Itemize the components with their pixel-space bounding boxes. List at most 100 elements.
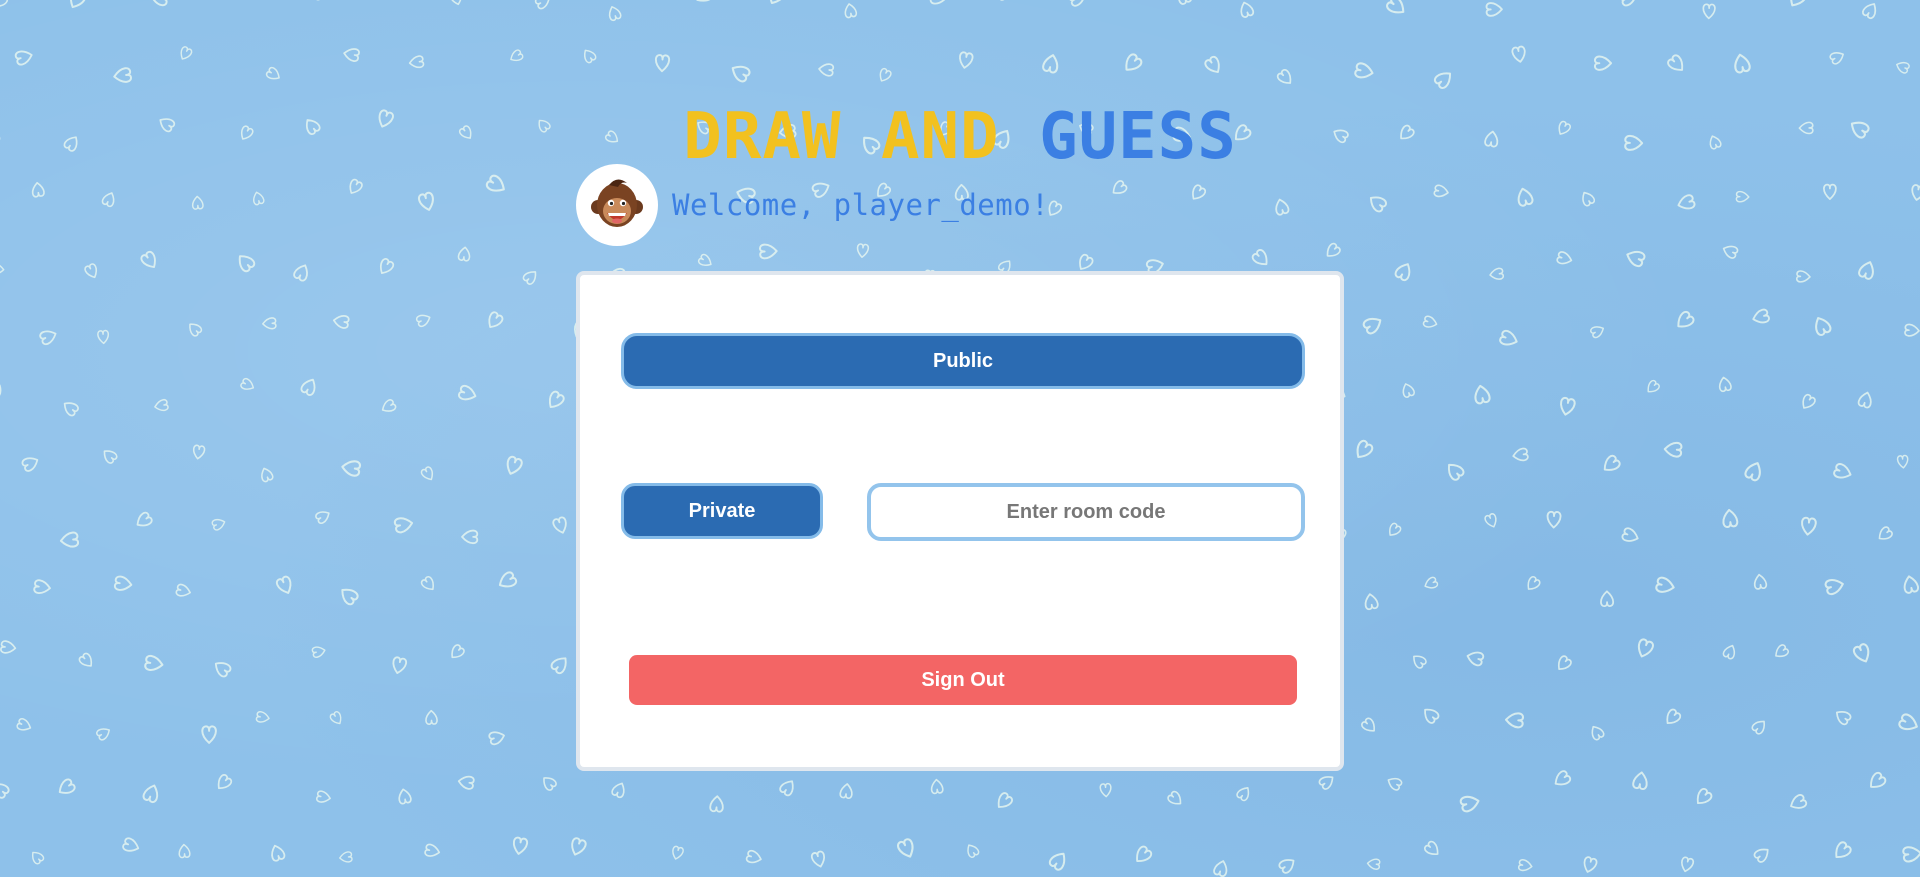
heart-doodle-icon [1402, 383, 1415, 398]
heart-doodle-icon [1857, 391, 1872, 409]
heart-doodle-icon [1801, 516, 1817, 536]
heart-doodle-icon [1167, 790, 1182, 805]
heart-doodle-icon [1364, 593, 1379, 611]
heart-doodle-icon [1626, 250, 1646, 268]
heart-doodle-icon [420, 466, 434, 481]
heart-doodle-icon [1619, 0, 1638, 7]
heart-doodle-icon [1751, 720, 1765, 735]
title-guess: GUESS [1039, 100, 1237, 174]
heart-doodle-icon [1554, 770, 1572, 786]
heart-doodle-icon [1896, 454, 1909, 469]
heart-doodle-icon [1666, 708, 1682, 724]
heart-doodle-icon [1815, 317, 1832, 336]
heart-doodle-icon [1632, 771, 1648, 790]
heart-doodle-icon [1583, 856, 1598, 873]
heart-doodle-icon [217, 774, 233, 790]
heart-doodle-icon [1681, 856, 1695, 873]
heart-doodle-icon [1489, 267, 1505, 280]
heart-doodle-icon [1835, 711, 1852, 726]
heart-doodle-icon [769, 0, 786, 5]
heart-doodle-icon [897, 838, 914, 858]
heart-doodle-icon [1594, 55, 1613, 71]
heart-doodle-icon [1621, 527, 1639, 542]
heart-doodle-icon [175, 583, 191, 597]
sign-out-button[interactable]: Sign Out [629, 655, 1297, 705]
heart-doodle-icon [1862, 3, 1877, 19]
heart-doodle-icon [1663, 441, 1683, 458]
heart-doodle-icon [262, 317, 277, 330]
heart-doodle-icon [1068, 0, 1086, 7]
heart-doodle-icon [144, 654, 164, 671]
heart-doodle-icon [113, 67, 132, 83]
heart-doodle-icon [879, 67, 892, 82]
heart-doodle-icon [392, 656, 408, 674]
heart-doodle-icon [1702, 3, 1716, 20]
heart-doodle-icon [214, 662, 232, 678]
heart-doodle-icon [408, 55, 425, 69]
monkey-avatar-icon [591, 179, 643, 227]
heart-doodle-icon [584, 49, 597, 64]
heart-doodle-icon [1823, 183, 1837, 200]
heart-doodle-icon [1433, 184, 1449, 198]
heart-doodle-icon [929, 0, 948, 5]
heart-doodle-icon [1898, 713, 1918, 731]
heart-doodle-icon [58, 778, 76, 794]
room-code-input[interactable] [867, 483, 1305, 541]
heart-doodle-icon [1276, 68, 1292, 84]
welcome-message: Welcome, player_demo! [672, 188, 1050, 222]
heart-doodle-icon [461, 529, 479, 545]
heart-doodle-icon [261, 467, 274, 483]
heart-doodle-icon [21, 457, 39, 472]
heart-doodle-icon [1278, 859, 1295, 874]
heart-doodle-icon [1042, 54, 1059, 74]
heart-doodle-icon [1852, 643, 1870, 663]
heart-doodle-icon [1753, 573, 1768, 590]
heart-doodle-icon [1790, 0, 1807, 7]
heart-doodle-icon [63, 402, 79, 417]
heart-doodle-icon [759, 243, 778, 260]
heart-doodle-icon [380, 258, 395, 274]
heart-doodle-icon [31, 851, 45, 865]
heart-doodle-icon [343, 48, 360, 62]
heart-doodle-icon [1447, 463, 1465, 481]
heart-doodle-icon [1904, 323, 1920, 337]
heart-doodle-icon [122, 837, 140, 852]
heart-doodle-icon [1878, 526, 1893, 540]
heart-doodle-icon [512, 836, 529, 855]
heart-doodle-icon [1582, 191, 1596, 207]
heart-doodle-icon [1474, 384, 1491, 405]
heart-doodle-icon [1389, 522, 1402, 536]
heart-doodle-icon [1753, 848, 1769, 863]
heart-doodle-icon [839, 783, 853, 800]
heart-doodle-icon [552, 516, 567, 534]
heart-doodle-icon [1560, 396, 1576, 416]
public-button[interactable]: Public [621, 333, 1305, 389]
heart-doodle-icon [611, 782, 625, 799]
heart-doodle-icon [498, 571, 518, 588]
heart-doodle-icon [1423, 840, 1439, 855]
heart-doodle-icon [339, 851, 353, 863]
heart-doodle-icon [154, 398, 169, 412]
heart-doodle-icon [59, 531, 80, 548]
heart-doodle-icon [316, 790, 331, 803]
heart-doodle-icon [1326, 242, 1341, 257]
heart-doodle-icon [1048, 852, 1066, 871]
heart-doodle-icon [1677, 310, 1695, 328]
heart-doodle-icon [1647, 379, 1660, 393]
heart-doodle-icon [1394, 263, 1411, 282]
heart-doodle-icon [1858, 261, 1874, 280]
heart-doodle-icon [253, 191, 265, 206]
heart-doodle-icon [415, 314, 431, 328]
heart-doodle-icon [1499, 329, 1518, 346]
heart-doodle-icon [457, 775, 475, 790]
heart-doodle-icon [1466, 651, 1485, 667]
heart-doodle-icon [16, 717, 32, 731]
heart-doodle-icon [745, 849, 762, 864]
heart-doodle-icon [381, 399, 397, 412]
heart-doodle-icon [150, 0, 169, 7]
heart-doodle-icon [1517, 187, 1534, 207]
heart-doodle-icon [488, 311, 504, 328]
private-button[interactable]: Private [621, 483, 823, 539]
title-draw-and: DRAW AND [683, 100, 1000, 174]
heart-doodle-icon [997, 792, 1013, 808]
